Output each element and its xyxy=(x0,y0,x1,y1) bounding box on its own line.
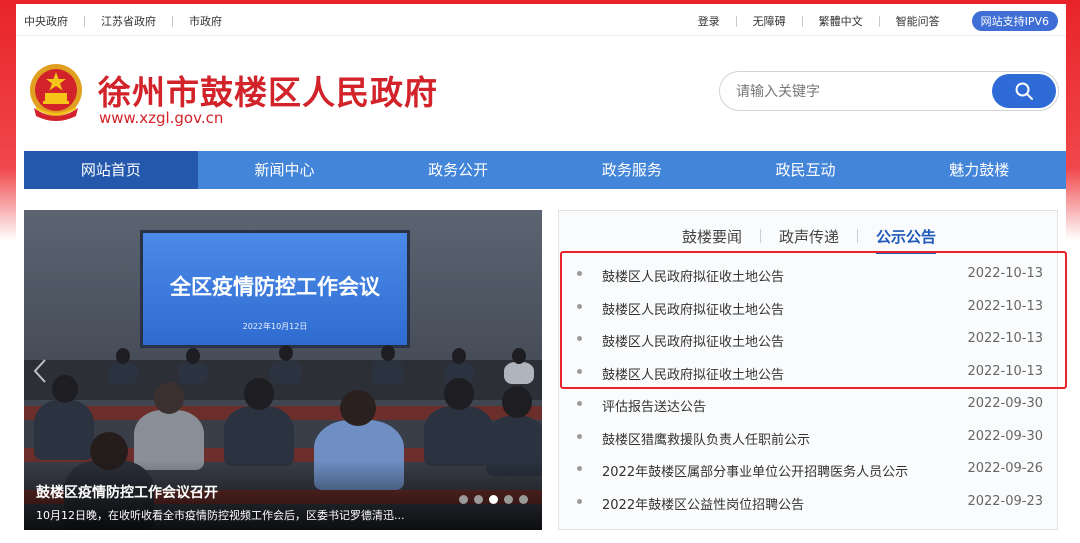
bullet-icon xyxy=(577,433,582,439)
list-item-date: 2022-09-23 xyxy=(967,493,1043,509)
person-head xyxy=(444,378,474,410)
accessibility-link[interactable]: 无障碍 xyxy=(737,13,802,29)
person xyxy=(270,360,302,384)
carousel-caption[interactable]: 10月12日晚，在收听收看全市疫情防控视频工作会后，区委书记罗德清迅... xyxy=(36,507,426,523)
search-box xyxy=(719,71,1059,111)
person-head xyxy=(116,348,130,364)
nav-home[interactable]: 网站首页 xyxy=(24,151,198,189)
person xyxy=(34,400,94,460)
nav-public-interaction[interactable]: 政民互动 xyxy=(719,151,893,189)
carousel-dot-2[interactable] xyxy=(474,495,483,504)
government-links: 中央政府 江苏省政府 市政府 xyxy=(24,13,238,29)
link-jiangsu-government[interactable]: 江苏省政府 xyxy=(85,13,172,29)
list-item-date: 2022-10-13 xyxy=(967,298,1043,314)
list-item[interactable]: 2022年鼓楼区属部分事业单位公开招聘医务人员公示 2022-09-26 xyxy=(559,453,1059,486)
bullet-icon xyxy=(577,271,582,276)
carousel-dot-4[interactable] xyxy=(504,495,513,504)
list-item-title[interactable]: 鼓楼区猎鹰救援队负责人任职前公示 xyxy=(602,429,810,448)
notice-list: 鼓楼区人民政府拟征收土地公告 2022-10-13 鼓楼区人民政府拟征收土地公告… xyxy=(559,258,1059,518)
list-item-date: 2022-10-13 xyxy=(967,363,1043,379)
list-item[interactable]: 鼓楼区猎鹰救援队负责人任职前公示 2022-09-30 xyxy=(559,421,1059,454)
person xyxy=(224,406,294,466)
carousel-dot-3[interactable] xyxy=(489,495,498,504)
ipv6-badge[interactable]: 网站支持IPV6 xyxy=(971,11,1058,31)
news-panel: 鼓楼要闻 政声传递 公示公告 鼓楼区人民政府拟征收土地公告 2022-10-13… xyxy=(558,210,1058,530)
person xyxy=(424,406,494,466)
list-item-title[interactable]: 评估报告送达公告 xyxy=(602,396,706,415)
list-item-title[interactable]: 鼓楼区人民政府拟征收土地公告 xyxy=(602,266,784,285)
person-head xyxy=(244,378,274,410)
bullet-icon xyxy=(577,336,582,341)
tab-gulou-news[interactable]: 鼓楼要闻 xyxy=(664,226,760,247)
bullet-icon xyxy=(577,368,582,374)
red-frame-right xyxy=(1066,0,1080,240)
person-head xyxy=(154,382,184,414)
top-utility-bar: 中央政府 江苏省政府 市政府 登录 无障碍 繁體中文 智能问答 网站支持IPV6 xyxy=(16,4,1066,36)
bullet-icon xyxy=(577,466,582,471)
bullet-icon xyxy=(577,303,582,309)
news-tabs: 鼓楼要闻 政声传递 公示公告 xyxy=(559,223,1059,254)
list-item-title[interactable]: 2022年鼓楼区公益性岗位招聘公告 xyxy=(602,494,804,513)
person-head xyxy=(452,348,466,364)
search-icon xyxy=(1015,82,1033,100)
meeting-screen: 全区疫情防控工作会议 2022年10月12日 xyxy=(140,230,410,348)
smart-qa-link[interactable]: 智能问答 xyxy=(880,13,956,29)
list-item-title[interactable]: 鼓楼区人民政府拟征收土地公告 xyxy=(602,331,784,350)
list-item-title[interactable]: 2022年鼓楼区属部分事业单位公开招聘医务人员公示 xyxy=(602,461,908,480)
screen-text: 全区疫情防控工作会议 xyxy=(170,274,380,299)
login-link[interactable]: 登录 xyxy=(682,13,736,29)
person-head xyxy=(279,345,293,361)
carousel-pagination xyxy=(453,495,528,504)
tab-policy-voice[interactable]: 政声传递 xyxy=(761,226,857,247)
search-input[interactable] xyxy=(736,81,976,103)
nav-government-affairs-disclosure[interactable]: 政务公开 xyxy=(371,151,545,189)
person-head xyxy=(502,386,532,418)
list-item[interactable]: 鼓楼区人民政府拟征收土地公告 2022-10-13 xyxy=(559,291,1059,324)
person-head xyxy=(381,345,395,361)
list-item-date: 2022-10-13 xyxy=(967,266,1043,281)
list-item-date: 2022-10-13 xyxy=(967,331,1043,346)
person-head xyxy=(52,375,78,403)
person-head xyxy=(340,390,376,426)
person-head xyxy=(186,348,200,364)
utility-links: 登录 无障碍 繁體中文 智能问答 网站支持IPV6 xyxy=(682,11,1058,31)
main-navigation: 网站首页 新闻中心 政务公开 政务服务 政民互动 魅力鼓楼 xyxy=(24,151,1066,189)
link-city-government[interactable]: 市政府 xyxy=(173,13,238,29)
list-item[interactable]: 2022年鼓楼区公益性岗位招聘公告 2022-09-23 xyxy=(559,486,1059,519)
list-item-title[interactable]: 鼓楼区人民政府拟征收土地公告 xyxy=(602,299,784,318)
list-item[interactable]: 评估报告送达公告 2022-09-30 xyxy=(559,388,1059,421)
nav-government-services[interactable]: 政务服务 xyxy=(545,151,719,189)
search-button[interactable] xyxy=(992,74,1056,108)
chevron-left-icon[interactable] xyxy=(30,356,50,386)
list-item-title[interactable]: 鼓楼区人民政府拟征收土地公告 xyxy=(602,364,784,383)
nav-charming-gulou[interactable]: 魅力鼓楼 xyxy=(892,151,1066,189)
bullet-icon xyxy=(577,401,582,406)
carousel-title[interactable]: 鼓楼区疫情防控工作会议召开 xyxy=(36,482,218,502)
site-url: www.xzgl.gov.cn xyxy=(99,109,224,127)
carousel-dot-1[interactable] xyxy=(459,495,468,504)
national-emblem-icon xyxy=(26,62,86,124)
news-carousel[interactable]: 全区疫情防控工作会议 2022年10月12日 鼓楼区疫情防控工作会议召开 10月… xyxy=(24,210,542,530)
person-head xyxy=(512,348,526,364)
page: 中央政府 江苏省政府 市政府 登录 无障碍 繁體中文 智能问答 网站支持IPV6 xyxy=(16,4,1067,543)
bullet-icon xyxy=(577,498,582,504)
tab-public-notices[interactable]: 公示公告 xyxy=(858,226,954,254)
list-item-date: 2022-09-30 xyxy=(967,396,1043,411)
screen-date: 2022年10月12日 xyxy=(242,322,308,331)
list-item[interactable]: 鼓楼区人民政府拟征收土地公告 2022-10-13 xyxy=(559,258,1059,291)
carousel-dot-5[interactable] xyxy=(519,495,528,504)
list-item[interactable]: 鼓楼区人民政府拟征收土地公告 2022-10-13 xyxy=(559,356,1059,389)
list-item-date: 2022-09-26 xyxy=(967,461,1043,476)
link-central-government[interactable]: 中央政府 xyxy=(24,13,84,29)
person xyxy=(178,362,208,384)
list-item[interactable]: 鼓楼区人民政府拟征收土地公告 2022-10-13 xyxy=(559,323,1059,356)
person xyxy=(504,362,534,384)
person xyxy=(108,362,138,384)
person xyxy=(372,360,404,384)
site-title[interactable]: 徐州市鼓楼区人民政府 xyxy=(98,66,438,114)
red-frame-left xyxy=(0,0,16,240)
list-item-date: 2022-09-30 xyxy=(967,428,1043,444)
nav-news-center[interactable]: 新闻中心 xyxy=(198,151,372,189)
traditional-chinese-link[interactable]: 繁體中文 xyxy=(803,13,879,29)
